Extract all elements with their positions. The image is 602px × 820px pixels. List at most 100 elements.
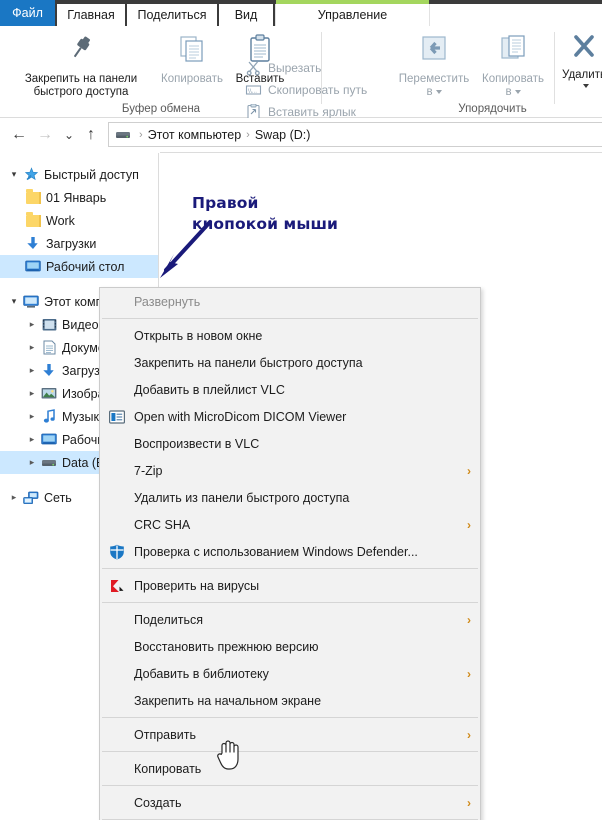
breadcrumb-item-swap-d[interactable]: Swap (D:) bbox=[255, 128, 311, 142]
menu-separator bbox=[102, 602, 478, 603]
menu-item-open-microdicom[interactable]: Open with MicroDicom DICOM Viewer bbox=[100, 403, 480, 430]
ribbon-group-organize: Переместить в Копировать в Удалить Упоря… bbox=[323, 26, 602, 118]
forward-button[interactable]: → bbox=[34, 124, 56, 146]
folder-icon bbox=[24, 211, 42, 227]
sidebar-label: Сеть bbox=[44, 490, 72, 505]
cut-button[interactable]: Вырезать bbox=[245, 60, 321, 76]
chevron-right-icon[interactable]: ▸ bbox=[24, 411, 40, 422]
chevron-right-icon[interactable]: ▸ bbox=[24, 365, 40, 376]
copy-to-button[interactable]: Копировать в bbox=[475, 32, 551, 100]
menu-item-defender-scan[interactable]: Проверка с использованием Windows Defend… bbox=[100, 538, 480, 565]
copy-button-label: Копировать bbox=[161, 73, 223, 86]
monitor-icon bbox=[40, 433, 58, 446]
menu-item-add-vlc-playlist[interactable]: Добавить в плейлист VLC bbox=[100, 376, 480, 403]
menu-item-label: 7-Zip bbox=[134, 463, 163, 478]
breadcrumb-item-this-pc[interactable]: Этот компьютер bbox=[148, 128, 241, 142]
menu-item-label: Восстановить прежнюю версию bbox=[134, 639, 319, 654]
up-arrow-icon: ↑ bbox=[87, 126, 95, 143]
menu-separator bbox=[102, 568, 478, 569]
copy-to-icon bbox=[496, 32, 530, 70]
menu-item-label: Создать bbox=[134, 795, 182, 810]
sidebar-label: Work bbox=[46, 213, 75, 228]
menu-item-label: Копировать bbox=[134, 761, 202, 776]
ribbon: Закрепить на панели быстрого доступа Коп bbox=[0, 26, 602, 120]
drive-icon bbox=[115, 129, 131, 141]
menu-item-copy[interactable]: Копировать bbox=[100, 755, 480, 782]
tab-view[interactable]: Вид bbox=[219, 4, 273, 26]
menu-item-create[interactable]: Создать › bbox=[100, 789, 480, 816]
context-menu[interactable]: Развернуть Открыть в новом окне Закрепит… bbox=[99, 287, 481, 820]
pin-to-quick-access-button[interactable]: Закрепить на панели быстрого доступа bbox=[8, 32, 154, 100]
menu-item-crc-sha[interactable]: CRC SHA › bbox=[100, 511, 480, 538]
menu-item-share[interactable]: Поделиться › bbox=[100, 606, 480, 633]
delete-button[interactable]: Удалить bbox=[555, 32, 602, 94]
menu-item-label: Развернуть bbox=[134, 295, 201, 309]
sidebar-label: 01 Январь bbox=[46, 190, 107, 205]
breadcrumb[interactable]: › Этот компьютер › Swap (D:) bbox=[108, 122, 602, 147]
menu-item-unpin-quick-access[interactable]: Удалить из панели быстрого доступа bbox=[100, 484, 480, 511]
explorer-window: Файл Главная Поделиться Вид Управление З… bbox=[0, 0, 602, 820]
sidebar-label: Быстрый доступ bbox=[44, 167, 139, 182]
kaspersky-icon bbox=[109, 578, 125, 594]
tab-file[interactable]: Файл bbox=[0, 0, 55, 26]
submenu-arrow-icon: › bbox=[467, 463, 471, 478]
menu-item-7zip[interactable]: 7-Zip › bbox=[100, 457, 480, 484]
delete-x-icon bbox=[567, 32, 601, 66]
ribbon-tab-bar: Файл Главная Поделиться Вид Управление bbox=[0, 0, 602, 26]
back-button[interactable]: ← bbox=[8, 124, 30, 146]
organize-group-label: Упорядочить bbox=[458, 103, 527, 115]
svg-text:\\...: \\... bbox=[248, 89, 257, 95]
menu-item-expand[interactable]: Развернуть bbox=[100, 289, 480, 315]
clipboard-group-label: Буфер обмена bbox=[121, 103, 201, 115]
move-to-button-label: Переместить bbox=[398, 73, 470, 86]
tab-share[interactable]: Поделиться bbox=[127, 4, 217, 26]
menu-item-pin-to-start[interactable]: Закрепить на начальном экране bbox=[100, 687, 480, 714]
chevron-right-icon[interactable]: ▸ bbox=[24, 319, 40, 330]
menu-item-kaspersky-scan[interactable]: Проверить на вирусы bbox=[100, 572, 480, 599]
recent-locations-button[interactable]: ⌄ bbox=[58, 124, 80, 146]
chevron-down-icon: ⌄ bbox=[63, 128, 75, 142]
folder-icon bbox=[24, 188, 42, 204]
menu-item-add-to-library[interactable]: Добавить в библиотеку › bbox=[100, 660, 480, 687]
chevron-right-icon[interactable]: ▸ bbox=[24, 342, 40, 353]
menu-item-send-to[interactable]: Отправить › bbox=[100, 721, 480, 748]
copy-path-icon: \\... bbox=[245, 82, 262, 98]
sidebar-item-desktop-quick[interactable]: Рабочий стол bbox=[0, 255, 158, 278]
shield-icon bbox=[109, 544, 125, 560]
menu-item-open-new-window[interactable]: Открыть в новом окне bbox=[100, 322, 480, 349]
move-to-icon bbox=[417, 32, 451, 70]
menu-item-label: Добавить в библиотеку bbox=[134, 666, 269, 681]
menu-item-pin-quick-access[interactable]: Закрепить на панели быстрого доступа bbox=[100, 349, 480, 376]
copy-button[interactable]: Копировать bbox=[156, 32, 228, 86]
chevron-down-icon[interactable]: ▾ bbox=[6, 296, 22, 307]
chevron-right-icon[interactable]: ▸ bbox=[24, 388, 40, 399]
sidebar-label: Видео bbox=[62, 317, 99, 332]
back-arrow-icon: ← bbox=[11, 126, 27, 143]
sidebar-item-quick-access[interactable]: ▾ Быстрый доступ bbox=[0, 163, 158, 186]
submenu-arrow-icon: › bbox=[467, 727, 471, 742]
music-icon bbox=[40, 409, 58, 424]
up-button[interactable]: ↑ bbox=[80, 124, 102, 146]
tab-home[interactable]: Главная bbox=[57, 4, 125, 26]
sidebar-item-01-january[interactable]: 01 Январь bbox=[0, 186, 158, 209]
star-pin-icon bbox=[22, 167, 40, 182]
menu-separator bbox=[102, 751, 478, 752]
video-icon bbox=[40, 318, 58, 332]
sidebar-label: Загрузки bbox=[46, 236, 97, 251]
tab-manage[interactable]: Управление bbox=[275, 0, 430, 26]
chevron-right-icon[interactable]: ▸ bbox=[6, 492, 22, 503]
menu-item-label: Закрепить на начальном экране bbox=[134, 693, 322, 708]
move-to-button[interactable]: Переместить в bbox=[393, 32, 475, 100]
sidebar-item-downloads-quick[interactable]: Загрузки bbox=[0, 232, 158, 255]
chevron-right-icon[interactable]: ▸ bbox=[24, 434, 40, 445]
menu-item-label: Проверка с использованием Windows Defend… bbox=[134, 544, 418, 559]
menu-item-restore-previous-version[interactable]: Восстановить прежнюю версию bbox=[100, 633, 480, 660]
submenu-arrow-icon: › bbox=[467, 666, 471, 681]
ribbon-group-clipboard: Закрепить на панели быстрого доступа Коп bbox=[0, 26, 367, 120]
chevron-right-icon[interactable]: ▸ bbox=[24, 457, 40, 468]
group-divider bbox=[321, 32, 322, 104]
chevron-down-icon[interactable]: ▾ bbox=[6, 169, 22, 180]
submenu-arrow-icon: › bbox=[467, 517, 471, 532]
menu-item-play-vlc[interactable]: Воспроизвести в VLC bbox=[100, 430, 480, 457]
sidebar-item-work[interactable]: Work bbox=[0, 209, 158, 232]
